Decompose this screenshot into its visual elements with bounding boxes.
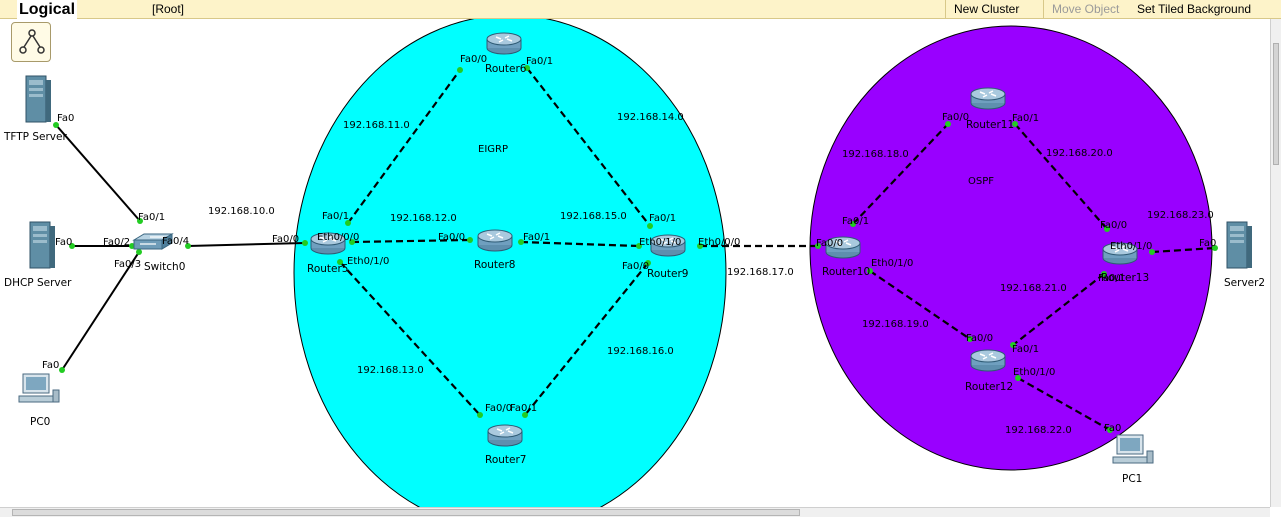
server2-icon[interactable] xyxy=(1226,221,1253,269)
workspace-toolbar: [Root] New Cluster Move Object Set Tiled… xyxy=(0,0,1281,19)
router12-icon[interactable] xyxy=(970,349,1006,372)
network-label-13: 192.168.13.0 xyxy=(357,365,424,376)
dhcp-server-label: DHCP Server xyxy=(4,277,72,289)
network-label-20: 192.168.20.0 xyxy=(1046,148,1113,159)
network-label-16: 192.168.16.0 xyxy=(607,346,674,357)
pc0-label: PC0 xyxy=(30,416,50,428)
tftp-server-label: TFTP Server xyxy=(3,131,67,143)
port-label: Fa0/0 xyxy=(485,403,512,414)
pc0-icon[interactable] xyxy=(18,373,60,403)
server2-label: Server2 xyxy=(1224,277,1265,289)
port-label: Fa0/1 xyxy=(1012,113,1039,124)
port-label: Fa0/4 xyxy=(162,236,189,247)
port-label: Fa0/0 xyxy=(1100,220,1127,231)
router8-icon[interactable] xyxy=(477,229,513,252)
network-label-19: 192.168.19.0 xyxy=(862,319,929,330)
network-label-18: 192.168.18.0 xyxy=(842,149,909,160)
network-label-15: 192.168.15.0 xyxy=(560,211,627,222)
port-label: Fa0/0 xyxy=(966,333,993,344)
set-tiled-background-button[interactable]: Set Tiled Background xyxy=(1129,0,1270,19)
port-label: Eth0/1/0 xyxy=(347,256,389,267)
pc1-icon[interactable] xyxy=(1112,434,1154,464)
port-label: Eth0/1/0 xyxy=(1110,241,1152,252)
router6-label: Router6 xyxy=(485,63,527,75)
logical-view-icon[interactable] xyxy=(11,22,51,62)
port-label: Fa0/2 xyxy=(103,237,130,248)
network-label-21: 192.168.21.0 xyxy=(1000,283,1067,294)
router8-label: Router8 xyxy=(474,259,515,271)
port-label: Eth0/1/0 xyxy=(1013,367,1055,378)
port-label: Fa0/1 xyxy=(526,56,553,67)
horizontal-scrollbar[interactable] xyxy=(0,507,1270,517)
new-cluster-button[interactable]: New Cluster xyxy=(945,0,1043,19)
port-label: Fa0 xyxy=(1104,423,1121,434)
tftp-server-icon[interactable] xyxy=(25,75,52,123)
switch0-label: Switch0 xyxy=(144,261,185,273)
ospf-label: OSPF xyxy=(968,176,994,187)
network-label-23: 192.168.23.0 xyxy=(1147,210,1214,221)
network-label-10: 192.168.10.0 xyxy=(208,206,275,217)
network-label-11: 192.168.11.0 xyxy=(343,120,410,131)
port-label: Fa0 xyxy=(57,113,74,124)
network-label-14: 192.168.14.0 xyxy=(617,112,684,123)
router9-label: Router9 xyxy=(647,268,688,280)
port-label: Eth0/1/0 xyxy=(639,237,681,248)
cluster-tree-icon xyxy=(19,29,45,54)
router7-icon[interactable] xyxy=(487,424,523,447)
router10-label: Router10 xyxy=(822,266,870,278)
port-label: Fa0/1 xyxy=(322,211,349,222)
router5-label: Router5 xyxy=(307,263,348,275)
port-label: Fa0/0 xyxy=(272,234,299,245)
port-label: Fa0/1 xyxy=(649,213,676,224)
port-label: Fa0/1 xyxy=(523,232,550,243)
router11-icon[interactable] xyxy=(970,87,1006,110)
port-label: Fa0/0 xyxy=(816,238,843,249)
network-label-17: 192.168.17.0 xyxy=(727,267,794,278)
port-label: Fa0/1 xyxy=(1012,344,1039,355)
breadcrumb-root[interactable]: [Root] xyxy=(152,2,184,16)
network-canvas[interactable]: EIGRP OSPF TFTP Server DHCP Server PC0 S… xyxy=(0,19,1270,507)
port-label: Fa0/0 xyxy=(942,112,969,123)
network-label-12: 192.168.12.0 xyxy=(390,213,457,224)
port-label: Fa0/1 xyxy=(138,212,165,223)
vertical-scrollbar[interactable] xyxy=(1270,19,1281,507)
move-object-button[interactable]: Move Object xyxy=(1043,0,1133,19)
router11-label: Router11 xyxy=(966,119,1014,131)
port-label: Fa0/1 xyxy=(510,403,537,414)
port-label: Fa0 xyxy=(1199,238,1216,249)
router12-label: Router12 xyxy=(965,381,1013,393)
workspace-title: Logical xyxy=(17,0,78,20)
port-label: Fa0/1 xyxy=(842,216,869,227)
eigrp-label: EIGRP xyxy=(478,144,508,155)
network-label-22: 192.168.22.0 xyxy=(1005,425,1072,436)
port-label: Fa0 xyxy=(42,360,59,371)
horizontal-scroll-thumb[interactable] xyxy=(12,509,800,516)
port-label: Eth0/0/0 xyxy=(698,237,740,248)
vertical-scroll-thumb[interactable] xyxy=(1273,43,1279,165)
port-label: Eth0/1/0 xyxy=(871,258,913,269)
port-label: Fa0/3 xyxy=(114,259,141,270)
router7-label: Router7 xyxy=(485,454,526,466)
port-label: Fa0/1 xyxy=(1098,273,1125,284)
port-label: Fa0/0 xyxy=(438,232,465,243)
port-label: Eth0/0/0 xyxy=(317,232,359,243)
port-label: Fa0/0 xyxy=(622,261,649,272)
link-tftp-switch[interactable] xyxy=(55,124,141,222)
dhcp-server-icon[interactable] xyxy=(29,221,56,269)
port-label: Fa0/0 xyxy=(460,54,487,65)
port-label: Fa0 xyxy=(55,237,72,248)
pc1-label: PC1 xyxy=(1122,473,1142,485)
router6-icon[interactable] xyxy=(486,32,522,55)
